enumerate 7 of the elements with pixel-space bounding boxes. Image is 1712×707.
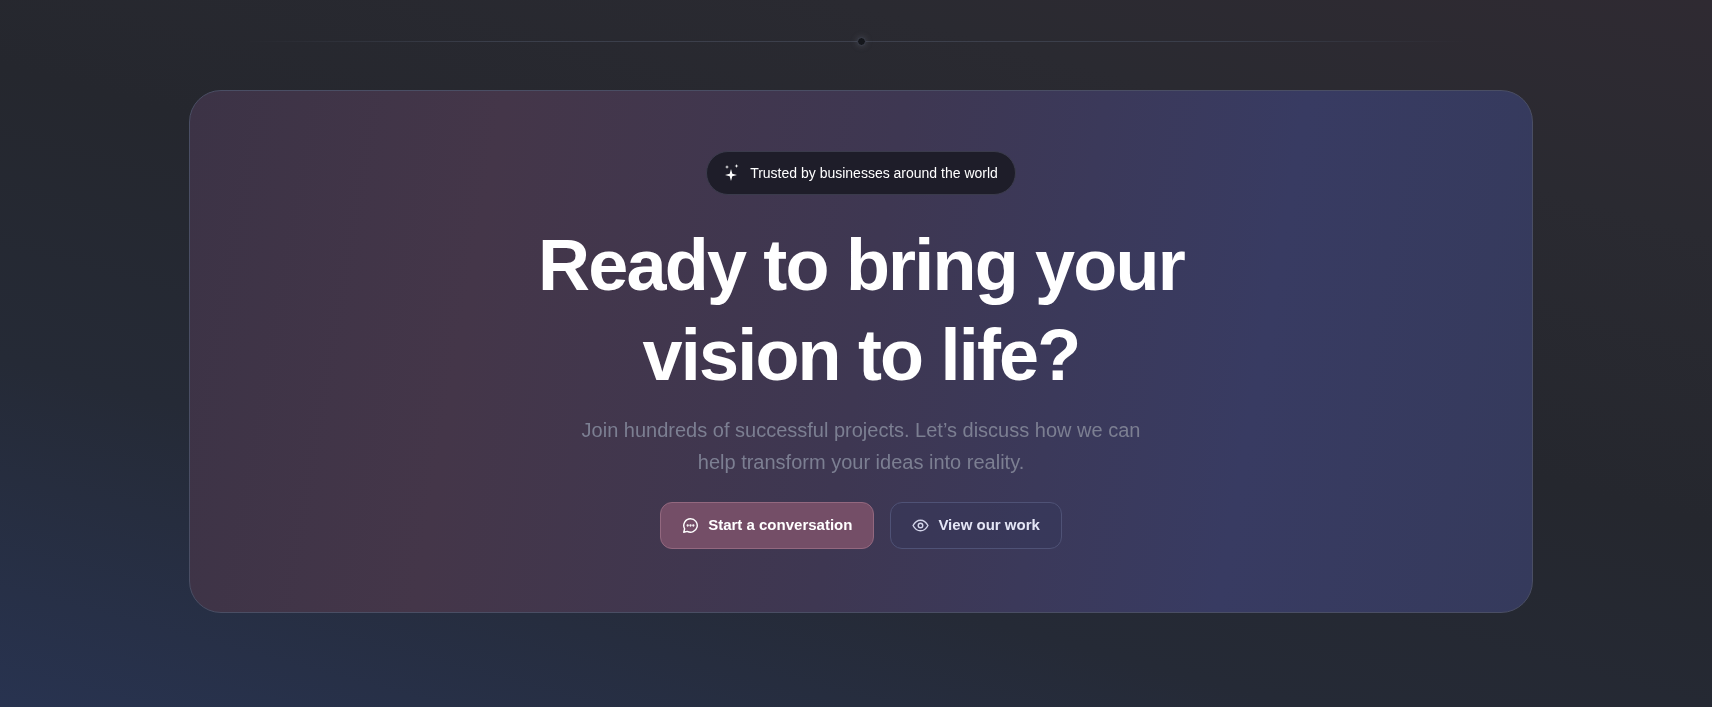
eye-icon <box>912 519 930 532</box>
heading: Ready to bring your vision to life? <box>537 224 1186 397</box>
start-conversation-button[interactable]: Start a conversation <box>660 502 875 549</box>
chat-bubble-icon <box>682 517 700 534</box>
description: Join hundreds of successful projects. Let’s discuss how we can help transform your ideas into reality. <box>580 418 1142 475</box>
view-work-button[interactable]: View our work <box>890 502 1062 549</box>
badge-text: Trusted by businesses around the world <box>750 163 998 183</box>
